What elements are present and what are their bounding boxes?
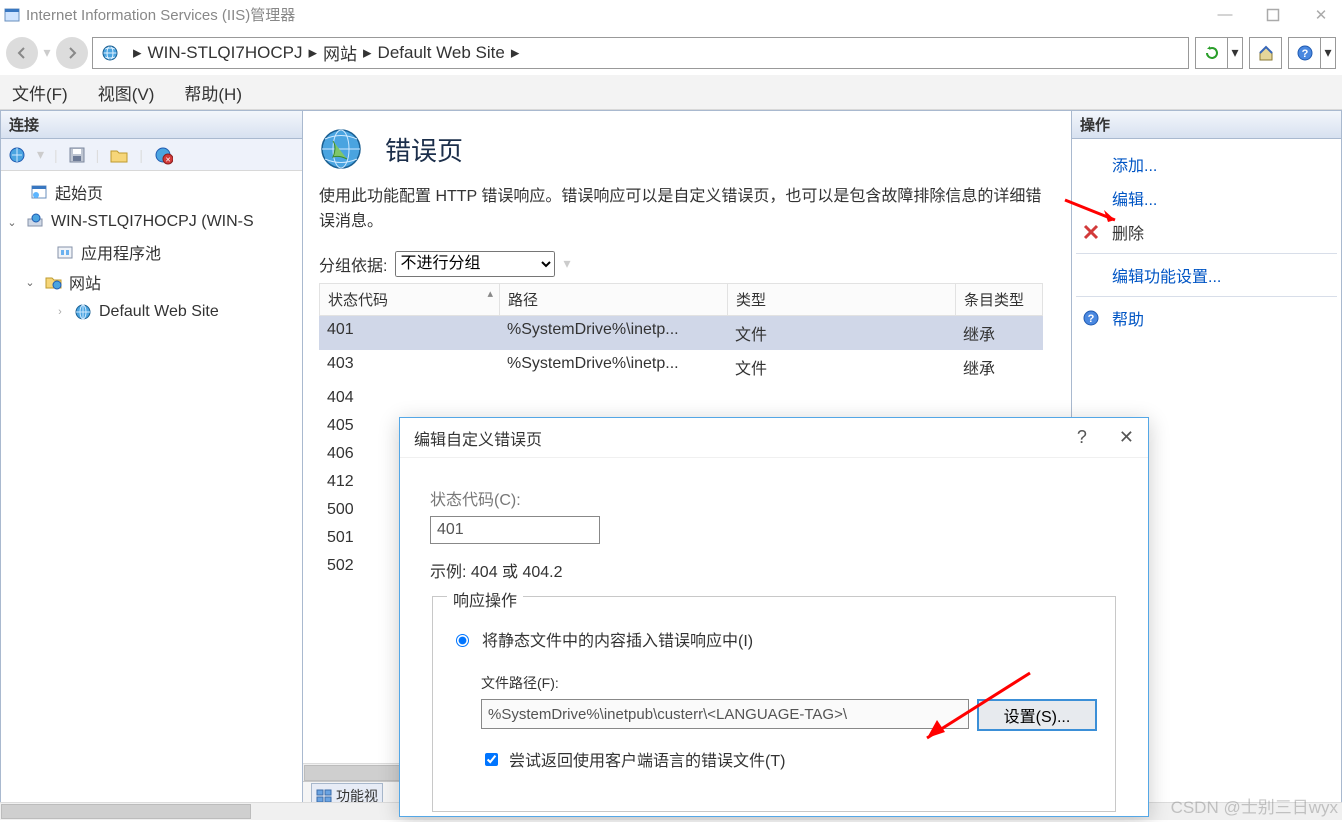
tree-default-site[interactable]: › Default Web Site bbox=[5, 297, 298, 327]
tree-twisty-icon[interactable]: ⌄ bbox=[23, 276, 37, 289]
action-add[interactable]: 添加... bbox=[1076, 147, 1337, 181]
settings-button[interactable]: 设置(S)... bbox=[977, 699, 1097, 731]
maximize-button[interactable] bbox=[1262, 4, 1284, 26]
stop-icon[interactable]: ✕ bbox=[153, 145, 173, 165]
dialog-titlebar[interactable]: 编辑自定义错误页 ? ✕ bbox=[400, 418, 1148, 458]
address-row: ▾ ▸ WIN-STLQI7HOCPJ ▸ 网站 ▸ Default Web S… bbox=[0, 30, 1342, 75]
filepath-label: 文件路径(F): bbox=[481, 673, 1097, 693]
status-code-input bbox=[430, 516, 600, 544]
connect-icon[interactable] bbox=[7, 145, 27, 165]
feature-description: 使用此功能配置 HTTP 错误响应。错误响应可以是自定义错误页，也可以是包含故障… bbox=[319, 185, 1055, 235]
edit-error-page-dialog: 编辑自定义错误页 ? ✕ 状态代码(C): 示例: 404 或 404.2 响应… bbox=[399, 417, 1149, 817]
close-button[interactable]: ✕ bbox=[1310, 4, 1332, 26]
action-help[interactable]: ? 帮助 bbox=[1076, 301, 1337, 335]
grouping-label: 分组依据: bbox=[319, 252, 387, 276]
menu-file[interactable]: 文件(F) bbox=[12, 80, 68, 105]
feature-icon bbox=[319, 127, 363, 171]
connections-tree[interactable]: 起始页 ⌄ WIN-STLQI7HOCPJ (WIN-S 应用程序池 ⌄ 网站 … bbox=[1, 171, 302, 333]
menu-view[interactable]: 视图(V) bbox=[98, 80, 155, 105]
radio-static-label: 将静态文件中的内容插入错误响应中(I) bbox=[482, 627, 753, 651]
action-edit[interactable]: 编辑... bbox=[1076, 181, 1337, 215]
table-row[interactable]: 401 %SystemDrive%\inetp... 文件 继承 bbox=[319, 316, 1044, 350]
help-dropdown[interactable]: ▾ bbox=[1321, 37, 1336, 69]
window-title: Internet Information Services (IIS)管理器 bbox=[26, 4, 295, 25]
nav-back-dropdown[interactable]: ▾ bbox=[40, 44, 54, 61]
th-status[interactable]: 状态代码▴ bbox=[319, 283, 499, 316]
th-type[interactable]: 类型 bbox=[727, 283, 955, 316]
client-language-label: 尝试返回使用客户端语言的错误文件(T) bbox=[509, 747, 785, 771]
feature-title: 错误页 bbox=[385, 131, 463, 168]
nav-forward-button[interactable] bbox=[56, 37, 88, 69]
tree-twisty-icon[interactable]: › bbox=[53, 306, 67, 318]
save-icon[interactable] bbox=[68, 146, 86, 164]
sites-icon bbox=[43, 273, 63, 291]
connections-header: 连接 bbox=[1, 111, 302, 139]
svg-text:✕: ✕ bbox=[165, 157, 171, 164]
table-row[interactable]: 404 bbox=[319, 384, 1044, 412]
watermark: CSDN @士别三日wyx bbox=[1171, 793, 1338, 818]
delete-icon bbox=[1080, 223, 1102, 241]
breadcrumb-item[interactable]: WIN-STLQI7HOCPJ bbox=[148, 43, 303, 63]
client-language-checkbox[interactable] bbox=[485, 753, 498, 766]
folder-icon[interactable] bbox=[109, 146, 129, 164]
menu-bar: 文件(F) 视图(V) 帮助(H) bbox=[0, 75, 1342, 110]
filepath-input bbox=[481, 699, 969, 729]
th-entry[interactable]: 条目类型 bbox=[955, 283, 1043, 316]
breadcrumb-item[interactable]: 网站 bbox=[323, 40, 357, 65]
globe-icon bbox=[101, 44, 119, 62]
action-delete[interactable]: 删除 bbox=[1076, 215, 1337, 249]
th-path[interactable]: 路径 bbox=[499, 283, 727, 316]
status-code-label: 状态代码(C): bbox=[430, 486, 1118, 510]
svg-text:?: ? bbox=[1301, 48, 1308, 60]
status-code-example: 示例: 404 或 404.2 bbox=[430, 558, 1118, 582]
tree-label: 起始页 bbox=[55, 180, 103, 204]
tree-label: 网站 bbox=[69, 270, 101, 294]
actions-header: 操作 bbox=[1072, 111, 1341, 139]
minimize-button[interactable]: — bbox=[1214, 4, 1236, 26]
refresh-button[interactable] bbox=[1195, 37, 1228, 69]
refresh-dropdown[interactable]: ▾ bbox=[1228, 37, 1243, 69]
radio-static-input[interactable] bbox=[456, 634, 469, 647]
grouping-row: 分组依据: 不进行分组 ▾ bbox=[319, 251, 1055, 277]
tree-sites[interactable]: ⌄ 网站 bbox=[5, 267, 298, 297]
dialog-close-button[interactable]: ✕ bbox=[1119, 427, 1134, 448]
svg-text:?: ? bbox=[1088, 313, 1095, 325]
menu-help[interactable]: 帮助(H) bbox=[184, 80, 242, 105]
connections-pane: 连接 ▾ | | | ✕ 起始页 ⌄ WIN-STLQI7HOCPJ (WIN-… bbox=[0, 110, 303, 810]
tree-label: WIN-STLQI7HOCPJ (WIN-S bbox=[51, 213, 254, 231]
tree-label: Default Web Site bbox=[99, 303, 219, 321]
client-language-checkbox-row[interactable]: 尝试返回使用客户端语言的错误文件(T) bbox=[481, 747, 1097, 771]
tree-apppools[interactable]: 应用程序池 bbox=[5, 237, 298, 267]
response-legend: 响应操作 bbox=[447, 587, 523, 611]
action-feature-settings[interactable]: 编辑功能设置... bbox=[1076, 258, 1337, 292]
tree-start-page[interactable]: 起始页 bbox=[5, 177, 298, 207]
app-icon bbox=[4, 7, 20, 23]
dialog-help-button[interactable]: ? bbox=[1077, 427, 1087, 448]
response-fieldset: 响应操作 将静态文件中的内容插入错误响应中(I) 文件路径(F): 设置(S).… bbox=[432, 596, 1116, 812]
radio-static-file[interactable]: 将静态文件中的内容插入错误响应中(I) bbox=[451, 627, 1097, 651]
dialog-title: 编辑自定义错误页 bbox=[414, 426, 542, 450]
help-icon: ? bbox=[1080, 309, 1102, 327]
tree-twisty-icon[interactable]: ⌄ bbox=[5, 216, 19, 229]
connections-toolbar: ▾ | | | ✕ bbox=[1, 139, 302, 171]
titlebar: Internet Information Services (IIS)管理器 —… bbox=[0, 0, 1342, 30]
tree-label: 应用程序池 bbox=[81, 240, 161, 264]
breadcrumb-bar[interactable]: ▸ WIN-STLQI7HOCPJ ▸ 网站 ▸ Default Web Sit… bbox=[92, 37, 1189, 69]
help-button[interactable]: ? bbox=[1288, 37, 1321, 69]
start-page-icon bbox=[29, 183, 49, 201]
table-row[interactable]: 403 %SystemDrive%\inetp... 文件 继承 bbox=[319, 350, 1044, 384]
tree-server-node[interactable]: ⌄ WIN-STLQI7HOCPJ (WIN-S bbox=[5, 207, 298, 237]
breadcrumb-item[interactable]: Default Web Site bbox=[378, 43, 505, 63]
apppools-icon bbox=[55, 243, 75, 261]
server-icon bbox=[25, 213, 45, 231]
grouping-select[interactable]: 不进行分组 bbox=[395, 251, 555, 277]
home-button[interactable] bbox=[1249, 37, 1282, 69]
nav-back-button[interactable] bbox=[6, 37, 38, 69]
globe-icon bbox=[73, 303, 93, 321]
